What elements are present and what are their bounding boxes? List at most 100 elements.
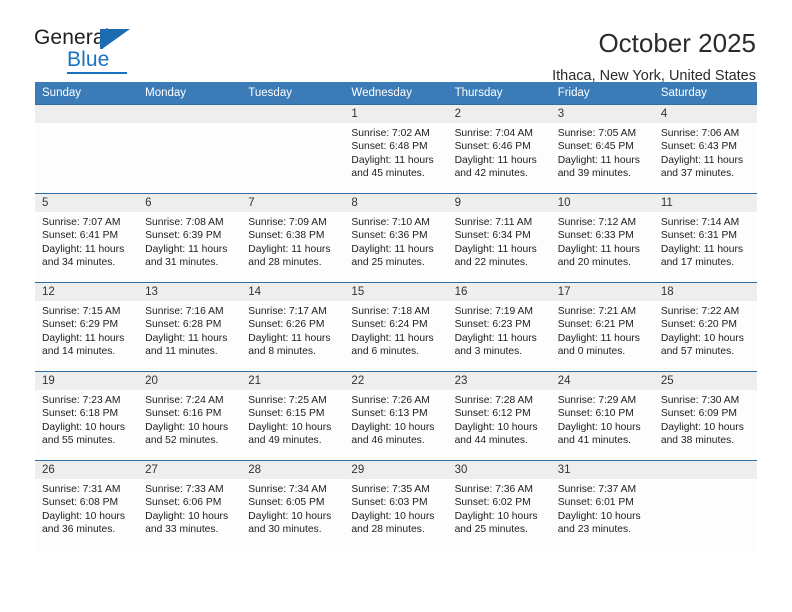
day-daylight-text: and 38 minutes. <box>660 435 735 447</box>
weekday-header: Sunday Monday Tuesday Wednesday Thursday Frid… <box>35 82 757 105</box>
day-number: 21 <box>241 372 345 390</box>
calendar-day-cell[interactable]: 17 Sunrise: 7:21 AM Sunset: 6:21 PM Dayligh… <box>550 282 654 372</box>
calendar-week-row: 1 Sunrise: 7:02 AM Sunset: 6:48 PM Daylight… <box>35 104 757 194</box>
day-number: 29 <box>344 461 448 479</box>
calendar-day-cell[interactable]: 25 Sunrise: 7:30 AM Sunset: 6:09 PM Dayligh… <box>653 371 757 461</box>
day-number: 14 <box>241 283 345 301</box>
calendar-day-cell[interactable]: 7 Sunrise: 7:09 AM Sunset: 6:38 PM Daylight… <box>241 193 345 283</box>
calendar-day-cell[interactable]: 6 Sunrise: 7:08 AM Sunset: 6:39 PM Daylight… <box>138 193 242 283</box>
day-sunrise-text: Sunrise: 7:14 AM <box>660 217 740 228</box>
day-sunset-text: Sunset: 6:23 PM <box>454 319 531 331</box>
day-details: Sunrise: 7:17 AM Sunset: 6:26 PM Daylight:… <box>241 301 344 359</box>
calendar-day-cell[interactable]: 24 Sunrise: 7:29 AM Sunset: 6:10 PM Dayligh… <box>550 371 654 461</box>
day-number: 10 <box>550 194 654 212</box>
weekday-header-friday: Friday <box>550 82 654 105</box>
day-sunrise-text: Sunrise: 7:11 AM <box>454 217 533 228</box>
day-details: Sunrise: 7:33 AM Sunset: 6:06 PM Daylight:… <box>138 479 241 537</box>
day-sunset-text: Sunset: 6:34 PM <box>454 230 531 242</box>
calendar-day-cell[interactable]: 18 Sunrise: 7:22 AM Sunset: 6:20 PM Dayligh… <box>653 282 757 372</box>
day-number: 5 <box>35 194 139 212</box>
calendar-day-cell[interactable]: 16 Sunrise: 7:19 AM Sunset: 6:23 PM Dayligh… <box>447 282 551 372</box>
calendar-day-cell[interactable]: 2 Sunrise: 7:04 AM Sunset: 6:46 PM Daylight… <box>447 104 551 194</box>
calendar-day-cell[interactable]: 28 Sunrise: 7:34 AM Sunset: 6:05 PM Dayligh… <box>241 460 345 550</box>
calendar-day-cell[interactable]: 8 Sunrise: 7:10 AM Sunset: 6:36 PM Daylight… <box>344 193 448 283</box>
calendar-day-cell[interactable]: 30 Sunrise: 7:36 AM Sunset: 6:02 PM Dayligh… <box>447 460 551 550</box>
calendar-day-cell[interactable]: 13 Sunrise: 7:16 AM Sunset: 6:28 PM Dayligh… <box>138 282 242 372</box>
page-title: October 2025 <box>598 28 756 58</box>
day-number: 19 <box>35 372 139 390</box>
day-sunset-text: Sunset: 6:36 PM <box>351 230 428 242</box>
day-number: 8 <box>344 194 448 212</box>
day-sunrise-text: Sunrise: 7:21 AM <box>557 306 637 317</box>
calendar-day-cell[interactable]: 10 Sunrise: 7:12 AM Sunset: 6:33 PM Dayligh… <box>550 193 654 283</box>
day-daylight-text: Daylight: 10 hours <box>145 510 229 522</box>
calendar-day-cell[interactable]: 4 Sunrise: 7:06 AM Sunset: 6:43 PM Daylight… <box>653 104 757 194</box>
day-sunrise-text: Sunrise: 7:09 AM <box>248 217 327 228</box>
day-daylight-text: Daylight: 11 hours <box>557 154 640 166</box>
day-daylight-text: Daylight: 11 hours <box>145 243 228 255</box>
calendar-day-cell[interactable]: 19 Sunrise: 7:23 AM Sunset: 6:18 PM Dayligh… <box>35 371 139 461</box>
day-daylight-text: and 25 minutes. <box>351 257 425 269</box>
day-sunrise-text: Sunrise: 7:08 AM <box>145 217 224 228</box>
day-daylight-text: Daylight: 11 hours <box>42 332 125 344</box>
calendar-day-cell[interactable]: 14 Sunrise: 7:17 AM Sunset: 6:26 PM Dayligh… <box>241 282 345 372</box>
day-details: Sunrise: 7:23 AM Sunset: 6:18 PM Daylight:… <box>35 390 138 448</box>
calendar-day-cell[interactable]: 26 Sunrise: 7:31 AM Sunset: 6:08 PM Dayligh… <box>35 460 139 550</box>
calendar-day-cell[interactable]: 15 Sunrise: 7:18 AM Sunset: 6:24 PM Dayligh… <box>344 282 448 372</box>
brand-logo[interactable]: General Blue <box>34 27 154 75</box>
calendar-day-cell[interactable]: 31 Sunrise: 7:37 AM Sunset: 6:01 PM Dayligh… <box>550 460 654 550</box>
calendar-day-cell[interactable]: 27 Sunrise: 7:33 AM Sunset: 6:06 PM Dayligh… <box>138 460 242 550</box>
calendar-day-cell[interactable]: 22 Sunrise: 7:26 AM Sunset: 6:13 PM Dayligh… <box>344 371 448 461</box>
calendar-day-cell[interactable]: 21 Sunrise: 7:25 AM Sunset: 6:15 PM Dayligh… <box>241 371 345 461</box>
day-sunrise-text: Sunrise: 7:05 AM <box>557 128 637 139</box>
day-daylight-text: and 49 minutes. <box>248 435 322 447</box>
day-details: Sunrise: 7:06 AM Sunset: 6:43 PM Daylight:… <box>654 123 757 181</box>
day-number <box>138 105 242 123</box>
day-sunrise-text: Sunrise: 7:12 AM <box>557 217 637 228</box>
day-daylight-text: and 14 minutes. <box>42 346 116 358</box>
day-daylight-text: Daylight: 11 hours <box>248 332 331 344</box>
calendar-day-cell[interactable]: 12 Sunrise: 7:15 AM Sunset: 6:29 PM Dayligh… <box>35 282 139 372</box>
calendar-day-cell[interactable]: 23 Sunrise: 7:28 AM Sunset: 6:12 PM Dayligh… <box>447 371 551 461</box>
day-sunset-text: Sunset: 6:41 PM <box>42 230 119 242</box>
day-details: Sunrise: 7:34 AM Sunset: 6:05 PM Daylight:… <box>241 479 344 537</box>
day-sunset-text: Sunset: 6:38 PM <box>248 230 325 242</box>
calendar-day-cell[interactable]: 20 Sunrise: 7:24 AM Sunset: 6:16 PM Dayligh… <box>138 371 242 461</box>
day-daylight-text: Daylight: 10 hours <box>42 510 125 522</box>
day-sunset-text: Sunset: 6:46 PM <box>454 141 531 153</box>
calendar-page: General Blue October 2025 Ithaca, New Yo… <box>0 0 792 612</box>
day-details: Sunrise: 7:14 AM Sunset: 6:31 PM Daylight:… <box>654 212 757 270</box>
day-details: Sunrise: 7:19 AM Sunset: 6:23 PM Daylight:… <box>448 301 551 359</box>
brand-underline <box>67 72 127 74</box>
calendar-week-row: 5 Sunrise: 7:07 AM Sunset: 6:41 PM Daylight… <box>35 193 757 283</box>
day-daylight-text: Daylight: 11 hours <box>454 154 537 166</box>
day-sunset-text: Sunset: 6:20 PM <box>660 319 737 331</box>
day-daylight-text: Daylight: 10 hours <box>454 421 538 433</box>
day-sunrise-text: Sunrise: 7:18 AM <box>351 306 430 317</box>
calendar-day-cell[interactable]: 1 Sunrise: 7:02 AM Sunset: 6:48 PM Daylight… <box>344 104 448 194</box>
day-sunset-text: Sunset: 6:06 PM <box>145 497 222 509</box>
day-number: 13 <box>138 283 242 301</box>
day-sunset-text: Sunset: 6:24 PM <box>351 319 428 331</box>
day-daylight-text: and 6 minutes. <box>351 346 419 358</box>
title-block: October 2025 Ithaca, New York, United St… <box>552 27 756 85</box>
calendar-day-cell[interactable]: 3 Sunrise: 7:05 AM Sunset: 6:45 PM Daylight… <box>550 104 654 194</box>
calendar-day-cell[interactable]: 5 Sunrise: 7:07 AM Sunset: 6:41 PM Daylight… <box>35 193 139 283</box>
day-sunset-text: Sunset: 6:45 PM <box>557 141 634 153</box>
day-daylight-text: Daylight: 10 hours <box>557 510 641 522</box>
day-details: Sunrise: 7:36 AM Sunset: 6:02 PM Daylight:… <box>448 479 551 537</box>
day-daylight-text: Daylight: 10 hours <box>454 510 538 522</box>
day-daylight-text: Daylight: 10 hours <box>557 421 641 433</box>
day-details: Sunrise: 7:12 AM Sunset: 6:33 PM Daylight:… <box>551 212 654 270</box>
day-sunset-text: Sunset: 6:31 PM <box>660 230 737 242</box>
day-sunrise-text: Sunrise: 7:02 AM <box>351 128 430 139</box>
day-daylight-text: Daylight: 10 hours <box>42 421 125 433</box>
calendar-day-cell[interactable]: 11 Sunrise: 7:14 AM Sunset: 6:31 PM Dayligh… <box>653 193 757 283</box>
calendar-day-cell[interactable]: 9 Sunrise: 7:11 AM Sunset: 6:34 PM Daylight… <box>447 193 551 283</box>
day-details: Sunrise: 7:09 AM Sunset: 6:38 PM Daylight:… <box>241 212 344 270</box>
calendar-week-row: 26 Sunrise: 7:31 AM Sunset: 6:08 PM Dayligh… <box>35 460 757 550</box>
calendar-day-cell[interactable]: 29 Sunrise: 7:35 AM Sunset: 6:03 PM Dayligh… <box>344 460 448 550</box>
day-daylight-text: and 17 minutes. <box>660 257 735 269</box>
brand-name-blue: Blue <box>67 48 110 71</box>
calendar-header-row: Sunday Monday Tuesday Wednesday Thursday Frid… <box>35 82 757 105</box>
